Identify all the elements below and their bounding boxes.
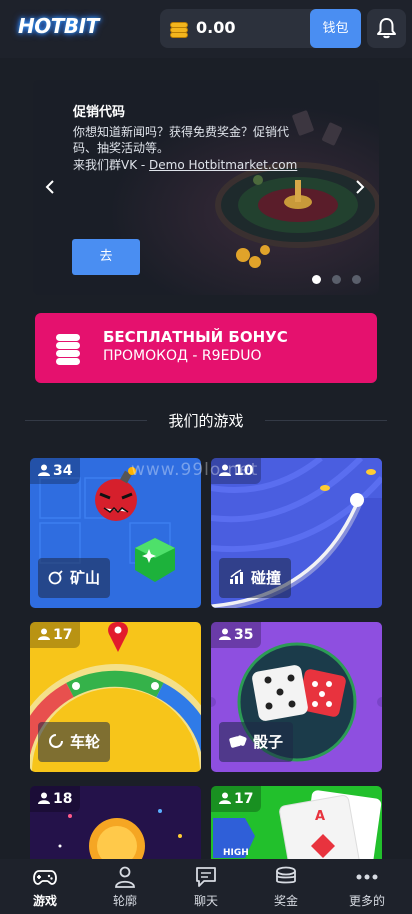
user-icon bbox=[219, 628, 231, 640]
nav-label: 更多的 bbox=[348, 894, 385, 908]
promo-go-button[interactable]: 去 bbox=[72, 239, 140, 275]
user-icon bbox=[38, 792, 50, 804]
divider-right bbox=[265, 420, 387, 421]
game-name: 骰子 bbox=[253, 733, 284, 751]
game-card-dice[interactable]: 35 骰子 bbox=[211, 622, 382, 772]
game-name: 矿山 bbox=[70, 569, 101, 587]
user-icon bbox=[38, 464, 50, 476]
game-label: 骰子 bbox=[219, 722, 294, 762]
game-card-wheel[interactable]: 17 车轮 bbox=[30, 622, 201, 772]
player-count-value: 34 bbox=[53, 463, 73, 479]
promo-description: 你想知道新闻吗？获得免费奖金？促销代码、抽奖活动等。 bbox=[73, 125, 290, 155]
user-icon bbox=[219, 792, 231, 804]
promo-title: 促销代码 bbox=[73, 105, 126, 120]
promo-vk-prefix: 来我们群VK - bbox=[73, 158, 150, 172]
promo-banner[interactable]: 促销代码 你想知道新闻吗？获得免费奖金？促销代码、抽奖活动等。 来我们群VK -… bbox=[33, 80, 379, 295]
dice-icon bbox=[229, 735, 247, 748]
nav-label: 轮廓 bbox=[112, 894, 137, 908]
nav-item-bonus[interactable]: 奖金 bbox=[245, 859, 327, 914]
game-label: 矿山 bbox=[38, 558, 111, 598]
player-count-value: 35 bbox=[234, 627, 254, 643]
coin-stack-icon bbox=[170, 19, 190, 39]
bonus-promocode: ПРОМОКОД - R9EDUO bbox=[103, 348, 262, 364]
game-name: 碰撞 bbox=[251, 569, 282, 587]
carousel-dots bbox=[312, 275, 362, 285]
nav-label: 奖金 bbox=[273, 894, 298, 908]
chart-bars-icon bbox=[230, 569, 243, 584]
nav-item-more[interactable]: 更多的 bbox=[326, 859, 408, 914]
gamepad-icon bbox=[33, 870, 57, 885]
game-card-mines[interactable]: 34 矿山 bbox=[30, 458, 201, 608]
bomb-icon bbox=[48, 570, 63, 585]
spinner-icon bbox=[49, 734, 63, 748]
game-card-crash[interactable]: 10 碰撞 bbox=[211, 458, 382, 608]
notification-button[interactable] bbox=[367, 9, 406, 48]
app-logo[interactable]: HOTBIT bbox=[18, 14, 99, 38]
user-icon bbox=[38, 628, 50, 640]
balance-panel: 0.00 钱包 bbox=[160, 9, 361, 48]
player-count: 35 bbox=[211, 622, 262, 648]
carousel-dot[interactable] bbox=[352, 275, 361, 284]
bonus-title: БЕСПЛАТНЫЙ БОНУС bbox=[103, 328, 288, 346]
high-badge: HIGH bbox=[223, 848, 249, 858]
promo-vk-link[interactable]: Demo Hotbitmarket.com bbox=[149, 158, 297, 172]
game-name: 车轮 bbox=[70, 733, 101, 751]
watermark: www.99lo.net bbox=[131, 460, 259, 480]
nav-item-chat[interactable]: 聊天 bbox=[165, 859, 247, 914]
player-count-value: 18 bbox=[53, 791, 73, 807]
promo-vk-line: 来我们群VK - Demo Hotbitmarket.com bbox=[73, 156, 297, 173]
svg-text:A: A bbox=[315, 809, 325, 824]
player-count-value: 17 bbox=[53, 627, 73, 643]
game-label: 碰撞 bbox=[219, 558, 292, 598]
nav-item-games[interactable]: 游戏 bbox=[4, 859, 86, 914]
player-count: 18 bbox=[30, 786, 81, 812]
carousel-dot[interactable] bbox=[312, 275, 321, 284]
app-page: HOTBIT 0.00 钱包 促销代码 你想知道新闻吗？获得免费奖金？促销代码、… bbox=[0, 0, 412, 914]
free-bonus-banner[interactable]: БЕСПЛАТНЫЙ БОНУС ПРОМОКОД - R9EDUO bbox=[35, 313, 377, 383]
player-count: 17 bbox=[30, 622, 81, 648]
bell-icon bbox=[377, 18, 396, 39]
chat-icon bbox=[196, 867, 216, 887]
carousel-prev-icon[interactable] bbox=[45, 179, 55, 198]
coins-icon bbox=[276, 866, 296, 884]
player-count: 17 bbox=[211, 786, 262, 812]
balance-amount: 0.00 bbox=[196, 18, 236, 37]
bottom-nav: 游戏 轮廓 聊天 奖金 更多的 bbox=[0, 859, 412, 914]
player-count: 34 bbox=[30, 458, 81, 484]
top-header: HOTBIT 0.00 钱包 bbox=[0, 0, 412, 58]
nav-label: 聊天 bbox=[193, 894, 218, 908]
more-icon bbox=[356, 874, 378, 880]
carousel-dot[interactable] bbox=[332, 275, 341, 284]
player-count-value: 17 bbox=[234, 791, 254, 807]
user-icon bbox=[115, 866, 135, 888]
coins-stack-icon bbox=[55, 333, 81, 367]
game-label: 车轮 bbox=[38, 722, 111, 762]
carousel-next-icon[interactable] bbox=[355, 179, 365, 198]
nav-item-profile[interactable]: 轮廓 bbox=[84, 859, 166, 914]
wallet-button[interactable]: 钱包 bbox=[310, 9, 361, 48]
nav-label: 游戏 bbox=[32, 894, 57, 908]
